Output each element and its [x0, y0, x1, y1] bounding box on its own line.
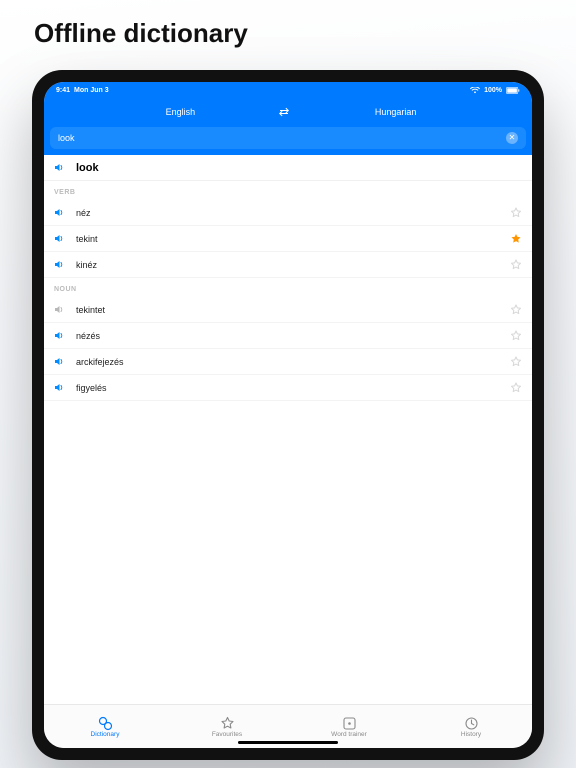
tab-label: Word trainer [331, 731, 367, 738]
headword: look [76, 162, 99, 174]
speaker-icon[interactable] [54, 382, 68, 393]
search-input[interactable] [58, 133, 506, 143]
entry-row[interactable]: nézés [44, 323, 532, 349]
section-label: VERB [44, 181, 532, 200]
target-language[interactable]: Hungarian [298, 107, 493, 117]
tab-label: History [461, 731, 481, 738]
screen: 9:41 Mon Jun 3 100% English Hungarian [44, 82, 532, 748]
entry-row[interactable]: kinéz [44, 252, 532, 278]
tab-dictionary[interactable]: Dictionary [44, 705, 166, 748]
favourite-star-icon[interactable] [510, 259, 522, 271]
entry-row[interactable]: tekint [44, 226, 532, 252]
favourite-star-icon[interactable] [510, 382, 522, 394]
section-label: NOUN [44, 278, 532, 297]
battery-icon [506, 87, 520, 94]
entry-word: arckifejezés [76, 357, 510, 367]
entry-row[interactable]: néz [44, 200, 532, 226]
favourite-star-icon[interactable] [510, 356, 522, 368]
status-time: 9:41 [56, 87, 70, 94]
favourite-star-icon[interactable] [510, 304, 522, 316]
status-date: Mon Jun 3 [74, 87, 109, 94]
clear-search-icon[interactable]: ✕ [506, 132, 518, 144]
source-language[interactable]: English [83, 107, 278, 117]
speaker-icon[interactable] [54, 330, 68, 341]
favourite-star-icon[interactable] [510, 233, 522, 245]
speaker-icon[interactable] [54, 356, 68, 367]
tab-history[interactable]: History [410, 705, 532, 748]
entry-row[interactable]: figyelés [44, 375, 532, 401]
entry-word: tekint [76, 234, 510, 244]
wifi-icon [470, 87, 480, 94]
speaker-icon[interactable] [54, 233, 68, 244]
entry-row[interactable]: arckifejezés [44, 349, 532, 375]
swap-languages-icon[interactable] [278, 107, 298, 117]
battery-pct: 100% [484, 87, 502, 94]
status-bar: 9:41 Mon Jun 3 100% [44, 82, 532, 97]
speaker-icon[interactable] [54, 162, 68, 173]
speaker-icon[interactable] [54, 207, 68, 218]
entry-word: kinéz [76, 260, 510, 270]
tab-label: Favourites [212, 731, 242, 738]
entry-word: nézés [76, 331, 510, 341]
home-indicator[interactable] [238, 741, 338, 744]
history-icon [464, 716, 479, 731]
results: look VERB néz tekint kinéz NOUN tekintet nézés… [44, 155, 532, 704]
speaker-icon[interactable] [54, 304, 68, 315]
star-icon [220, 716, 235, 731]
tab-label: Dictionary [91, 731, 120, 738]
favourite-star-icon[interactable] [510, 330, 522, 342]
tablet-frame: 9:41 Mon Jun 3 100% English Hungarian [32, 70, 544, 760]
entry-row[interactable]: tekintet [44, 297, 532, 323]
search-field[interactable]: ✕ [50, 127, 526, 149]
page-title: Offline dictionary [0, 0, 576, 49]
entry-word: figyelés [76, 383, 510, 393]
speaker-icon[interactable] [54, 259, 68, 270]
dictionary-icon [98, 716, 113, 731]
header: English Hungarian ✕ [44, 97, 532, 155]
entry-word: tekintet [76, 305, 510, 315]
favourite-star-icon[interactable] [510, 207, 522, 219]
entry-word: néz [76, 208, 510, 218]
trainer-icon [342, 716, 357, 731]
headword-row[interactable]: look [44, 155, 532, 181]
